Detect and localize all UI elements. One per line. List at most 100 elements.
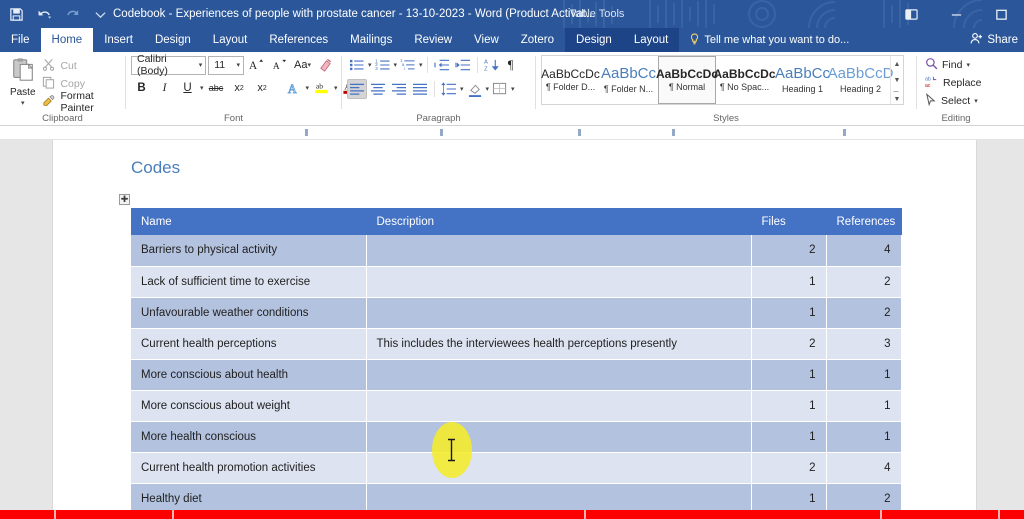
codes-table[interactable]: Name Description Files References Barrie… [131,208,902,515]
borders-chevron-down-icon[interactable]: ▾ [511,85,515,93]
shrink-font-button[interactable]: A [269,55,290,75]
text-effects-button[interactable]: A [283,78,304,98]
undo-icon[interactable] [36,5,53,23]
bullets-button[interactable] [347,55,367,75]
cell-files[interactable]: 1 [751,266,827,298]
styles-scroll-up-icon[interactable]: ▲ [891,56,903,72]
format-painter-button[interactable]: Format Painter [42,90,120,114]
share-button[interactable]: Share [962,28,1024,52]
superscript-button[interactable]: x2 [252,78,273,98]
cell-description[interactable] [366,297,752,329]
line-spacing-button[interactable] [439,79,459,99]
tab-design[interactable]: Design [144,28,202,52]
cell-files[interactable]: 1 [751,421,827,453]
maximize-icon[interactable] [979,0,1024,28]
cell-name[interactable]: Current health promotion activities [131,452,367,484]
cell-description[interactable] [366,421,752,453]
change-case-button[interactable]: Aa ▾ [292,55,313,75]
tell-me-box[interactable]: Tell me what you want to do... [679,28,859,52]
table-row[interactable]: More health conscious 1 1 [131,421,902,453]
cell-name[interactable]: More conscious about health [131,359,367,391]
table-row[interactable]: Barriers to physical activity 2 4 [131,235,902,267]
justify-button[interactable] [410,79,430,99]
cell-description[interactable] [366,452,752,484]
cell-files[interactable]: 1 [751,390,827,422]
borders-button[interactable] [490,79,510,99]
cell-files[interactable]: 2 [751,328,827,360]
multilevel-list-button[interactable]: 1ai [398,55,418,75]
paste-button[interactable]: Paste ▾ [5,55,40,107]
ruler-tab-stop[interactable] [440,129,443,136]
shading-button[interactable] [465,79,485,99]
bold-button[interactable]: B [131,78,152,98]
cell-files[interactable]: 1 [751,297,827,329]
underline-button[interactable]: U [177,78,198,98]
tab-review[interactable]: Review [403,28,463,52]
cell-references[interactable]: 3 [826,328,902,360]
table-row[interactable]: More conscious about health 1 1 [131,359,902,391]
save-icon[interactable] [8,5,25,23]
underline-chevron-down-icon[interactable]: ▾ [200,84,204,92]
ruler-tab-stop[interactable] [843,129,846,136]
minimize-icon[interactable] [934,0,979,28]
replace-button[interactable]: ab ac Replace [925,74,981,91]
cell-references[interactable]: 2 [826,297,902,329]
tab-table-layout[interactable]: Layout [622,28,680,52]
document-area[interactable]: Codes ✚ Name Description Files Reference… [0,140,1024,515]
document-page[interactable]: Codes ✚ Name Description Files Reference… [52,140,977,515]
align-left-button[interactable] [347,79,367,99]
tab-insert[interactable]: Insert [93,28,144,52]
sort-button[interactable]: AZ [482,55,502,75]
text-effects-chevron-down-icon[interactable]: ▾ [306,84,310,92]
style-item-folder-n[interactable]: AaBbCc ¶ Folder N... [600,56,658,104]
column-header-description[interactable]: Description [366,208,752,235]
tab-references[interactable]: References [258,28,339,52]
table-row[interactable]: More conscious about weight 1 1 [131,390,902,422]
cell-references[interactable]: 2 [826,266,902,298]
cell-references[interactable]: 1 [826,359,902,391]
style-item-heading-1[interactable]: AaBbCc Heading 1 [774,56,832,104]
grow-font-button[interactable]: A [246,55,267,75]
strikethrough-button[interactable]: abc [206,78,227,98]
chevron-down-icon[interactable]: ▾ [199,61,203,69]
cell-files[interactable]: 1 [751,359,827,391]
decrease-indent-button[interactable] [432,55,452,75]
text-highlight-button[interactable]: ab [311,78,332,98]
column-header-references[interactable]: References [826,208,902,235]
cell-references[interactable]: 1 [826,421,902,453]
styles-more-icon[interactable]: ─ ▼ [891,88,903,104]
select-chevron-down-icon[interactable]: ▾ [974,97,978,105]
shading-chevron-down-icon[interactable]: ▾ [486,85,490,93]
chevron-down-icon[interactable]: ▾ [236,61,240,69]
table-row[interactable]: Current health promotion activities 2 4 [131,452,902,484]
tab-file[interactable]: File [0,28,41,52]
chevron-down-icon[interactable]: ▾ [21,99,25,107]
find-chevron-down-icon[interactable]: ▾ [966,61,970,69]
cell-name[interactable]: Unfavourable weather conditions [131,297,367,329]
increase-indent-button[interactable] [453,55,473,75]
horizontal-ruler[interactable] [0,126,1024,140]
numbering-button[interactable]: 123 [373,55,393,75]
tab-home[interactable]: Home [40,28,94,52]
find-button[interactable]: Find ▾ [925,56,982,73]
show-formatting-marks-button[interactable]: ¶ [503,55,523,75]
chevron-down-icon[interactable]: ▾ [307,61,311,69]
cell-references[interactable]: 1 [826,390,902,422]
style-item-heading-2[interactable]: AaBbCcD Heading 2 [828,56,894,104]
cell-references[interactable]: 4 [826,235,902,267]
font-size-input[interactable]: 11 ▾ [208,55,244,75]
recording-progress-bar[interactable] [0,510,1024,519]
cell-name[interactable]: Current health perceptions [131,328,367,360]
table-move-handle[interactable]: ✚ [119,194,130,205]
styles-scroll-down-icon[interactable]: ▼ [891,72,903,88]
line-spacing-chevron-down-icon[interactable]: ▾ [460,85,464,93]
cell-name[interactable]: Lack of sufficient time to exercise [131,266,367,298]
font-name-input[interactable]: Calibri (Body) ▾ [131,53,207,77]
style-item-folder-d[interactable]: AaBbCcDc ¶ Folder D... [541,56,600,104]
table-row[interactable]: Unfavourable weather conditions 1 2 [131,297,902,329]
cell-description[interactable] [366,266,752,298]
cell-description[interactable] [366,359,752,391]
numbering-chevron-down-icon[interactable]: ▾ [394,61,398,69]
style-item-no-spacing[interactable]: AaBbCcDc ¶ No Spac... [714,56,776,104]
cell-name[interactable]: More health conscious [131,421,367,453]
